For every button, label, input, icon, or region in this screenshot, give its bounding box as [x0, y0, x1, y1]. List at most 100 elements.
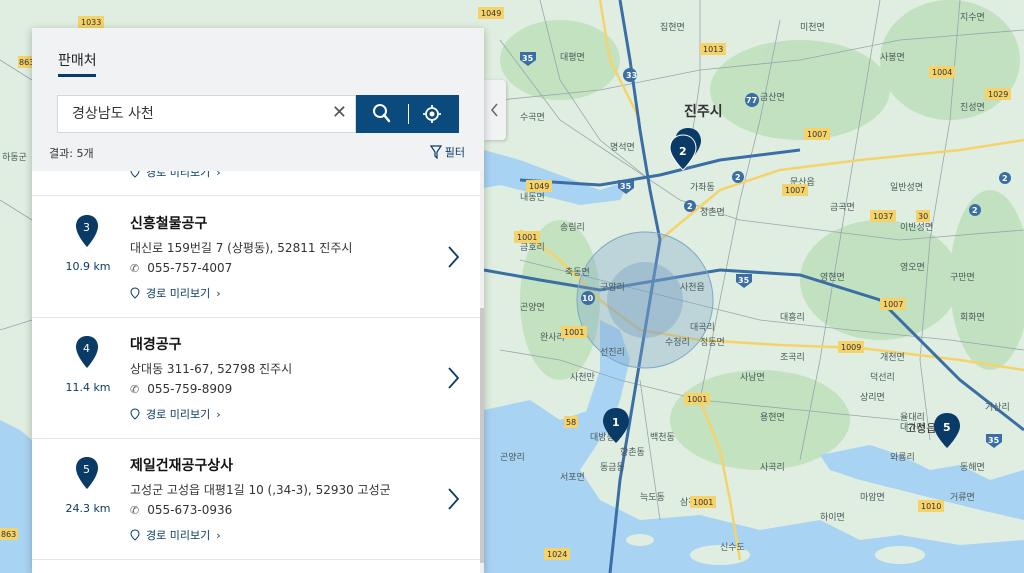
svg-text:회화면: 회화면 [960, 312, 985, 323]
svg-text:곤양리: 곤양리 [500, 452, 525, 463]
svg-text:1049: 1049 [481, 9, 501, 18]
route-preview-link[interactable]: 경로 미리보기 › [130, 171, 221, 180]
dealer-name[interactable]: 대경공구 [130, 334, 182, 354]
dealer-name[interactable]: 제일건재공구상사 [130, 455, 233, 475]
list-item[interactable]: 5 24.3 km 제일건재공구상사 고성군 고성읍 대평1길 10 (,34-… [32, 439, 480, 560]
dealer-distance: 10.9 km [65, 260, 111, 273]
list-item[interactable]: 3 10.9 km 신흥철물공구 대신로 159번길 7 (상평동), 5281… [32, 197, 480, 318]
svg-text:1049: 1049 [529, 182, 549, 191]
svg-text:대흥리: 대흥리 [780, 311, 805, 323]
svg-text:5: 5 [83, 463, 90, 476]
svg-text:1: 1 [612, 416, 620, 429]
pin-icon [130, 529, 140, 541]
svg-text:1033: 1033 [81, 18, 101, 27]
svg-text:영오면: 영오면 [900, 262, 925, 273]
chevron-right-icon[interactable] [446, 366, 460, 390]
search-box: ✕ [57, 95, 356, 133]
svg-text:사천읍: 사천읍 [680, 282, 705, 293]
filter-icon [429, 145, 442, 159]
locate-button[interactable] [409, 95, 459, 133]
svg-text:1001: 1001 [517, 233, 537, 242]
svg-text:1007: 1007 [883, 300, 903, 309]
clear-icon[interactable]: ✕ [332, 102, 347, 124]
svg-text:정촌면: 정촌면 [700, 207, 725, 218]
results-count: 결과: 5개 [49, 147, 94, 160]
route-preview-label: 경로 미리보기 [146, 287, 211, 300]
svg-text:구암리: 구암리 [600, 281, 625, 293]
svg-text:조곡리: 조곡리 [780, 352, 805, 363]
dealer-phone[interactable]: ✆ 055-759-8909 [130, 382, 232, 396]
panel-collapse-button[interactable] [484, 80, 506, 140]
svg-text:송림리: 송림리 [560, 221, 585, 233]
svg-text:이반성면: 이반성면 [900, 222, 933, 233]
svg-text:하동군: 하동군 [2, 152, 27, 163]
tab-active-indicator [58, 74, 96, 77]
svg-text:신수도: 신수도 [720, 542, 745, 553]
svg-text:상리면: 상리면 [860, 392, 885, 403]
route-preview-link[interactable]: 경로 미리보기 › [130, 285, 221, 301]
phone-icon: ✆ [130, 261, 140, 275]
filter-button[interactable]: 필터 [429, 144, 465, 160]
dealer-phone[interactable]: ✆ 055-757-4007 [130, 261, 232, 275]
svg-text:58: 58 [566, 418, 576, 427]
svg-text:개천면: 개천면 [880, 352, 905, 363]
dealer-phone[interactable]: ✆ 055-673-0936 [130, 503, 232, 517]
svg-text:일반성면: 일반성면 [890, 182, 923, 193]
svg-text:선진리: 선진리 [600, 347, 625, 358]
svg-text:백천동: 백천동 [650, 432, 675, 443]
svg-text:축동면: 축동면 [565, 267, 590, 278]
route-preview-link[interactable]: 경로 미리보기 › [130, 406, 221, 422]
svg-text:미천면: 미천면 [800, 22, 825, 33]
scrollbar-thumb[interactable] [480, 308, 484, 563]
phone-icon: ✆ [130, 382, 140, 396]
pin-icon [130, 287, 140, 299]
list-item[interactable]: 4 11.4 km 대경공구 상대동 311-67, 52798 진주시 ✆ 0… [32, 318, 480, 439]
dealer-list[interactable]: 경로 미리보기 › 3 10.9 km 신흥철물공구 대신로 159번길 7 (… [32, 171, 484, 573]
route-preview-label: 경로 미리보기 [146, 408, 211, 421]
svg-text:거산리: 거산리 [985, 402, 1010, 413]
search-icon [373, 104, 391, 123]
svg-text:2: 2 [735, 173, 741, 182]
svg-text:1037: 1037 [873, 212, 893, 221]
svg-text:사봉면: 사봉면 [880, 52, 905, 63]
svg-text:향촌동: 향촌동 [620, 446, 645, 458]
dealer-address: 고성군 고성읍 대평1길 10 (,34-3), 52930 고성군 [130, 483, 391, 497]
chevron-right-icon[interactable] [446, 245, 460, 269]
svg-text:금곡면: 금곡면 [830, 202, 855, 213]
route-preview-label: 경로 미리보기 [146, 529, 211, 542]
chevron-right-icon[interactable] [446, 487, 460, 511]
dealer-distance: 11.4 km [65, 381, 111, 394]
route-preview-link[interactable]: 경로 미리보기 › [130, 527, 221, 543]
svg-text:10: 10 [582, 294, 594, 303]
svg-text:35: 35 [738, 276, 750, 285]
svg-text:1029: 1029 [988, 90, 1008, 99]
svg-text:1004: 1004 [932, 68, 952, 77]
chevron-left-icon [491, 103, 498, 117]
dealer-phone-number: 055-673-0936 [147, 503, 233, 517]
svg-text:금산면: 금산면 [760, 92, 785, 103]
pin-icon: 5 [76, 457, 98, 489]
dealer-name[interactable]: 신흥철물공구 [130, 213, 207, 233]
svg-text:거류면: 거류면 [950, 492, 975, 503]
svg-text:서포면: 서포면 [560, 472, 585, 483]
svg-text:2: 2 [687, 202, 693, 211]
svg-text:대곡리: 대곡리 [690, 322, 715, 333]
svg-text:진성면: 진성면 [960, 102, 985, 113]
svg-text:사천만: 사천만 [570, 372, 595, 383]
chevron-right-icon: › [216, 528, 221, 542]
svg-text:3: 3 [83, 221, 90, 234]
svg-text:정동면: 정동면 [700, 337, 725, 348]
search-button[interactable] [356, 95, 409, 133]
search-input[interactable] [70, 104, 324, 122]
svg-text:사곡리: 사곡리 [760, 462, 785, 473]
chevron-right-icon: › [216, 171, 221, 179]
list-divider [32, 195, 480, 196]
tab-dealers[interactable]: 판매처 [58, 50, 97, 70]
svg-text:수곡면: 수곡면 [520, 112, 545, 123]
pin-icon [130, 171, 140, 178]
svg-text:덕선리: 덕선리 [870, 372, 895, 383]
svg-text:35: 35 [522, 54, 534, 63]
svg-text:마암면: 마암면 [860, 491, 885, 503]
svg-text:금호리: 금호리 [520, 242, 545, 253]
svg-text:33: 33 [626, 71, 637, 80]
